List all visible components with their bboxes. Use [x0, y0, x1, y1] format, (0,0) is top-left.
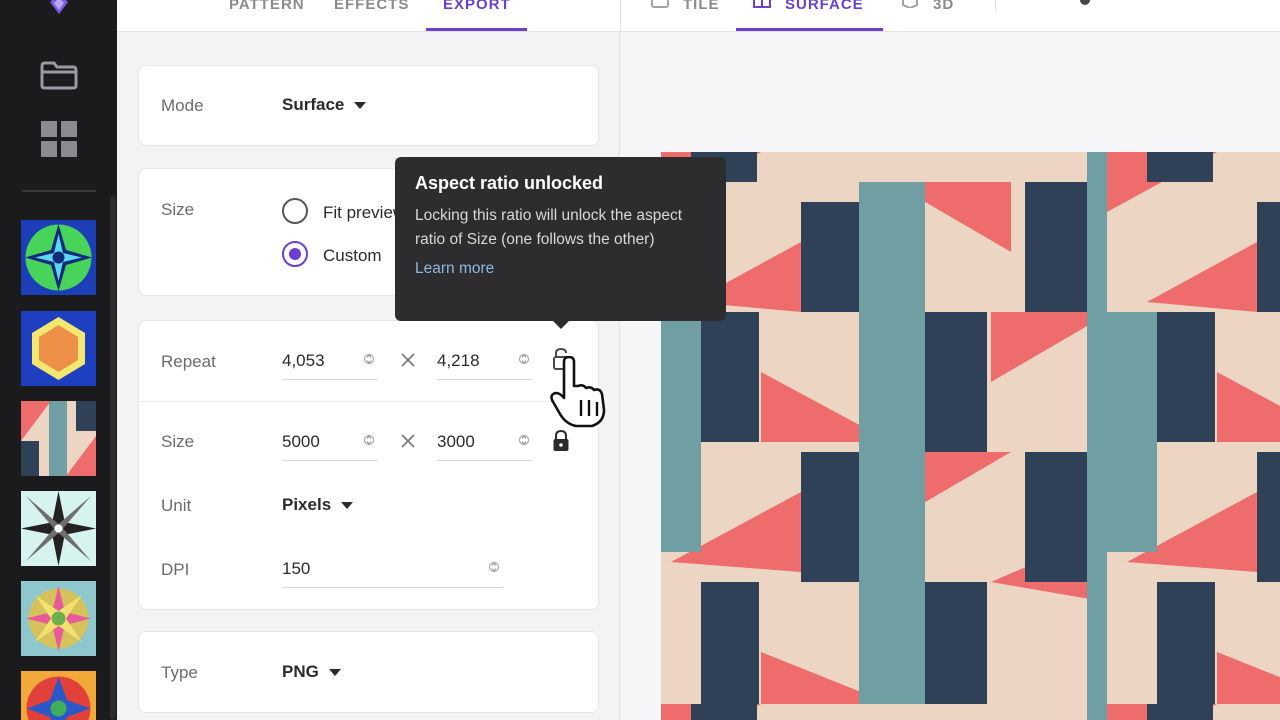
- mode-card: Mode Surface: [138, 65, 599, 146]
- fit-preview-label: Fit preview: [323, 203, 406, 222]
- input-underline: [282, 587, 503, 588]
- chevron-down-icon: [328, 669, 341, 677]
- input-underline: [282, 379, 378, 380]
- top-tab-bar: PATTERN EFFECTS EXPORT TILE SURFACE 3D: [117, 0, 1280, 32]
- input-underline: [437, 460, 533, 461]
- repeat-label: Repeat: [161, 352, 216, 371]
- left-rail: [0, 0, 117, 720]
- pattern-thumbnail[interactable]: [21, 581, 96, 656]
- pattern-preview[interactable]: [661, 152, 1280, 720]
- tab-export[interactable]: EXPORT: [443, 0, 511, 16]
- active-preview-tab-indicator: [736, 28, 883, 31]
- tab-3d[interactable]: 3D: [933, 0, 954, 16]
- chevron-down-icon: [341, 502, 354, 510]
- learn-more-link[interactable]: Learn more: [415, 260, 494, 278]
- topbar-divider: [620, 0, 621, 32]
- active-tab-indicator: [426, 28, 527, 31]
- grid-icon[interactable]: [41, 121, 77, 157]
- pattern-thumbnail[interactable]: [21, 311, 96, 386]
- stepper-icon[interactable]: [519, 351, 529, 367]
- card-divider: [139, 401, 598, 402]
- export-settings-panel: Mode Surface Size Fit preview Custom Rep…: [117, 32, 620, 720]
- aspect-ratio-tooltip: Aspect ratio unlocked Locking this ratio…: [395, 157, 726, 329]
- cube-icon: [902, 0, 918, 8]
- fit-preview-radio[interactable]: [282, 198, 308, 224]
- unit-dropdown[interactable]: Pixels: [282, 495, 354, 515]
- dimensions-card: Repeat 4,053 4,218 Size 5000 3000 Unit P…: [138, 320, 599, 610]
- type-label: Type: [161, 663, 198, 682]
- pattern-thumbnail[interactable]: [21, 220, 96, 295]
- rail-divider: [22, 190, 96, 192]
- stepper-icon[interactable]: [519, 432, 529, 448]
- folder-icon[interactable]: [40, 60, 78, 90]
- pattern-thumbnail[interactable]: [21, 491, 96, 566]
- tooltip-body: Locking this ratio will unlock the aspec…: [415, 207, 683, 248]
- tooltip-title: Aspect ratio unlocked: [415, 173, 604, 193]
- user-icon[interactable]: [1079, 0, 1091, 6]
- type-value: PNG: [282, 662, 319, 681]
- tab-surface[interactable]: SURFACE: [785, 0, 864, 16]
- custom-label: Custom: [323, 246, 382, 265]
- size-label: Size: [161, 432, 195, 451]
- tab-pattern[interactable]: PATTERN: [229, 0, 305, 16]
- pattern-thumbnail[interactable]: [21, 671, 96, 720]
- mode-label: Mode: [161, 96, 204, 115]
- tab-effects[interactable]: EFFECTS: [334, 0, 409, 16]
- topbar-divider: [995, 0, 996, 12]
- repeat-width-input[interactable]: 4,053: [282, 351, 325, 371]
- input-underline: [282, 460, 378, 461]
- size-choice-label: Size: [161, 200, 195, 219]
- dpi-label: DPI: [161, 560, 190, 579]
- type-card: Type PNG: [138, 631, 599, 713]
- type-dropdown[interactable]: PNG: [282, 662, 341, 682]
- repeat-height-input[interactable]: 4,218: [437, 351, 480, 371]
- mode-dropdown[interactable]: Surface: [282, 95, 367, 115]
- times-icon: [401, 434, 415, 448]
- mode-value: Surface: [282, 95, 345, 114]
- stepper-icon[interactable]: [364, 432, 374, 448]
- custom-radio[interactable]: [282, 241, 308, 267]
- size-height-input[interactable]: 3000: [437, 432, 475, 452]
- unit-value: Pixels: [282, 495, 332, 514]
- pattern-thumbnail[interactable]: [21, 401, 96, 476]
- surface-icon: [753, 0, 771, 8]
- tile-icon: [651, 0, 669, 8]
- input-underline: [437, 379, 533, 380]
- unit-label: Unit: [161, 496, 192, 515]
- tab-tile[interactable]: TILE: [683, 0, 720, 16]
- lock-icon[interactable]: [552, 430, 570, 452]
- size-width-input[interactable]: 5000: [282, 432, 320, 452]
- app-logo-icon[interactable]: [44, 0, 74, 14]
- dpi-input[interactable]: 150: [282, 559, 310, 579]
- rail-scrollbar[interactable]: [110, 196, 116, 720]
- times-icon: [401, 353, 415, 367]
- stepper-icon[interactable]: [489, 559, 499, 575]
- chevron-down-icon: [354, 102, 367, 110]
- hand-cursor-icon: [550, 356, 606, 428]
- stepper-icon[interactable]: [364, 351, 374, 367]
